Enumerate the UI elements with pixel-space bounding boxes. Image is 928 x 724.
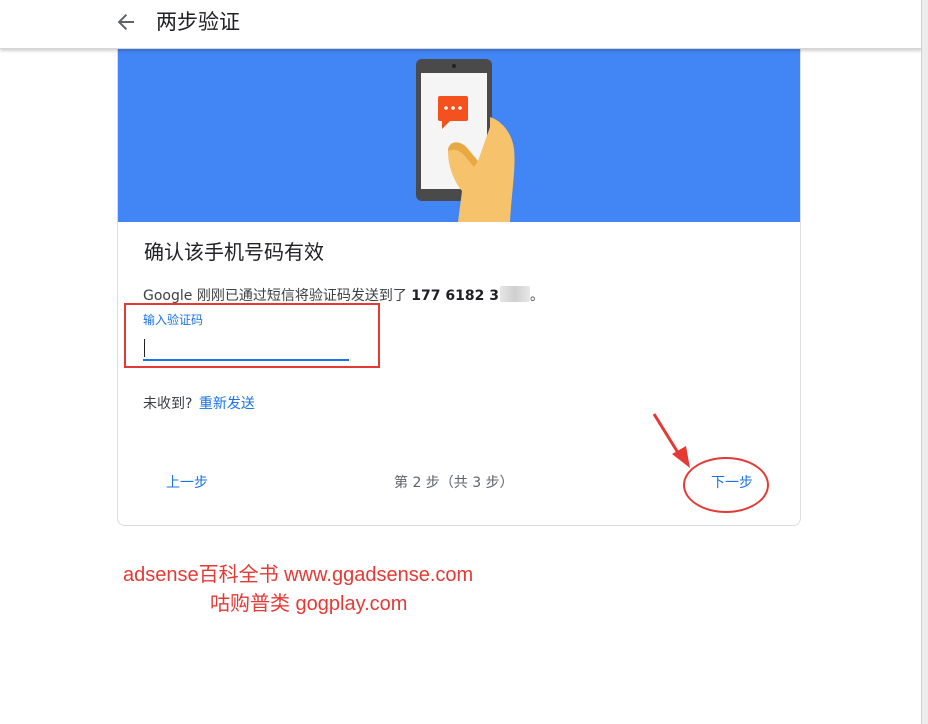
back-button[interactable] xyxy=(112,8,140,36)
description-prefix: Google 刚刚已通过短信将验证码发送到了 xyxy=(143,288,407,304)
highlight-box-annotation xyxy=(124,303,380,368)
previous-step-button[interactable]: 上一步 xyxy=(154,471,236,495)
hero-banner xyxy=(118,41,800,222)
verification-card: 确认该手机号码有效 Google 刚刚已通过短信将验证码发送到了 177 618… xyxy=(117,40,801,526)
resend-link[interactable]: 重新发送 xyxy=(199,396,255,412)
top-app-bar: 两步验证 xyxy=(0,0,922,49)
watermark-line-1: adsense百科全书 www.ggadsense.com xyxy=(123,564,474,586)
masked-phone-number: 177 6182 3 xyxy=(411,288,499,304)
hand-holding-phone-illustration xyxy=(416,59,515,222)
resend-prompt: 未收到? xyxy=(143,396,193,412)
watermark-line-2: 咕购普类 gogplay.com xyxy=(210,593,408,615)
page-title: 两步验证 xyxy=(156,10,240,34)
description-suffix: 。 xyxy=(529,288,544,304)
red-arrow-annotation xyxy=(652,413,690,468)
window-edge xyxy=(921,0,928,724)
resend-row: 未收到? 重新发送 xyxy=(143,394,255,414)
card-title: 确认该手机号码有效 xyxy=(144,240,324,264)
arrow-left-icon xyxy=(117,14,134,30)
redaction-blur xyxy=(499,286,530,302)
step-indicator: 第 2 步（共 3 步） xyxy=(394,475,514,491)
